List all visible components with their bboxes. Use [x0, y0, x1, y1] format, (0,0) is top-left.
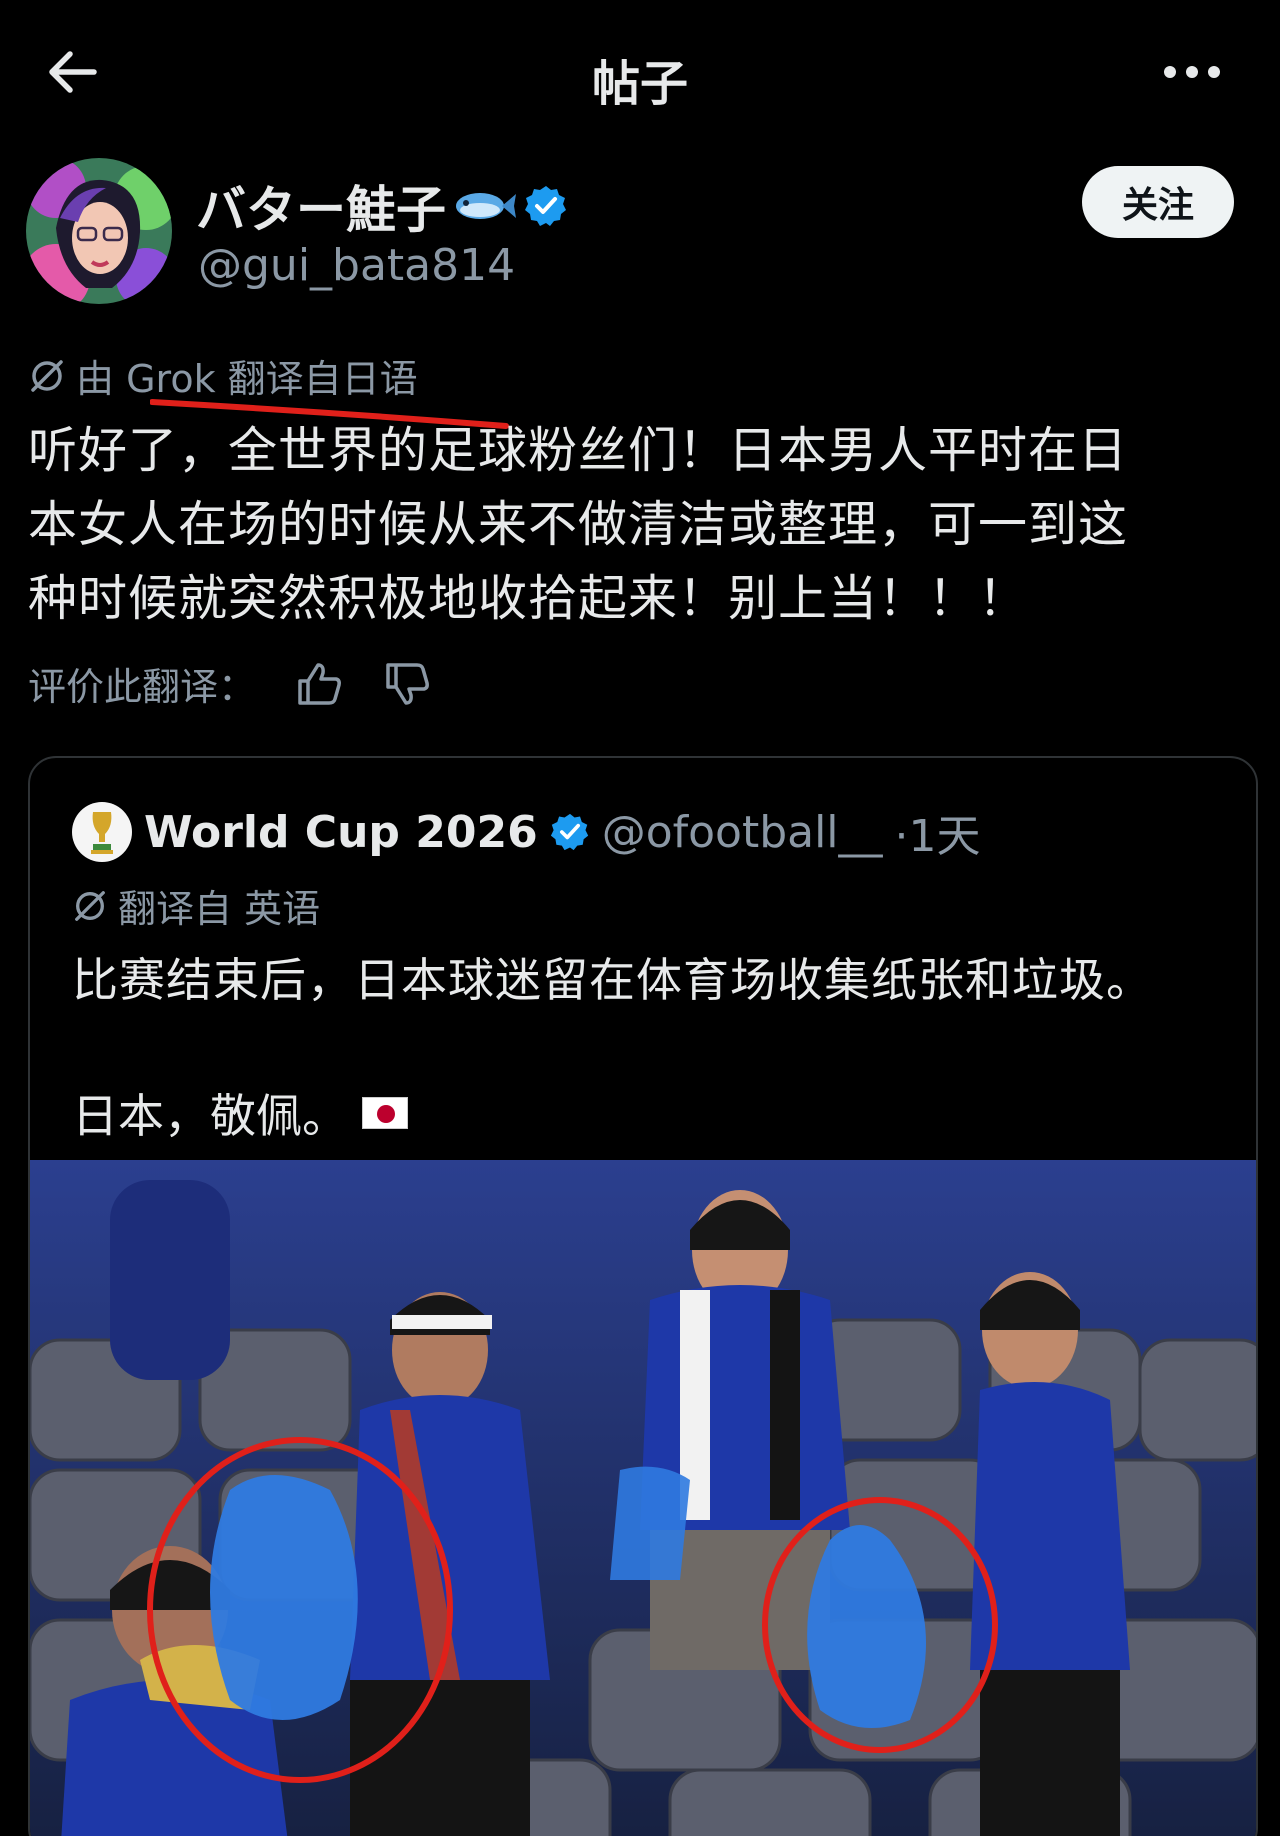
quoted-translation-text: 翻译自 英语 — [118, 887, 321, 931]
verified-badge-icon — [525, 186, 566, 226]
translate-icon — [31, 359, 63, 392]
post-body-line: 本女人在场的时候从来不做清洁或整理，可一到这 — [28, 496, 1129, 553]
rate-translation-row: 评价此翻译： — [28, 656, 432, 711]
quoted-post[interactable]: World Cup 2026 @ofootball__ ·1天 翻译自 英语 比… — [28, 756, 1258, 1836]
post-body-line: 种时候就突然积极地收拾起来！别上当！！！ — [28, 570, 1029, 627]
trophy-icon[interactable] — [72, 802, 132, 862]
japan-flag-icon — [362, 1097, 408, 1129]
translation-notice-text: 由 Grok 翻译自日语 — [76, 357, 418, 401]
author-handle[interactable]: @gui_bata814 — [198, 240, 515, 291]
translate-icon — [75, 890, 105, 921]
quoted-post-text-line: 日本，敬佩。 — [72, 1089, 348, 1143]
quoted-post-header: World Cup 2026 @ofootball__ ·1天 — [72, 800, 981, 864]
quoted-translation-notice: 翻译自 英语 — [72, 878, 320, 933]
follow-button[interactable]: 关注 — [1082, 166, 1234, 238]
post-body-line: 听好了，全世界的足球粉丝们！日本男人平时在日 — [28, 422, 1129, 479]
author-name-text: バター鮭子 — [196, 181, 446, 239]
quoted-post-text-2: 日本，敬佩。 — [72, 1080, 408, 1146]
top-bar: 帖子 — [0, 0, 1280, 150]
author-name[interactable]: バター鮭子 — [196, 170, 568, 242]
quoted-author-name[interactable]: World Cup 2026 — [144, 807, 538, 858]
more-dots-icon[interactable] — [1162, 58, 1222, 86]
post-body: 听好了，全世界的足球粉丝们！日本男人平时在日 本女人在场的时候从来不做清洁或整理… — [28, 414, 1260, 636]
quoted-author-handle[interactable]: @ofootball__ — [602, 807, 883, 858]
quoted-post-time: ·1天 — [894, 811, 981, 862]
quoted-post-text: 比赛结束后，日本球迷留在体育场收集纸张和垃圾。 — [72, 953, 1153, 1007]
fish-emoji-icon — [456, 193, 516, 219]
post-detail-page: 帖子 バター鮭子 @gui_bata814 关注 由 Grok 翻译自日语 听好… — [0, 0, 1280, 1836]
translation-notice: 由 Grok 翻译自日语 — [28, 348, 418, 403]
rate-translation-label: 评价此翻译： — [28, 665, 257, 709]
thumbs-up-icon[interactable] — [294, 659, 344, 709]
quoted-post-photo[interactable] — [30, 1160, 1258, 1836]
avatar[interactable] — [26, 158, 172, 304]
page-title: 帖子 — [591, 56, 688, 112]
verified-badge-icon — [550, 813, 588, 851]
thumbs-down-icon[interactable] — [382, 659, 432, 709]
